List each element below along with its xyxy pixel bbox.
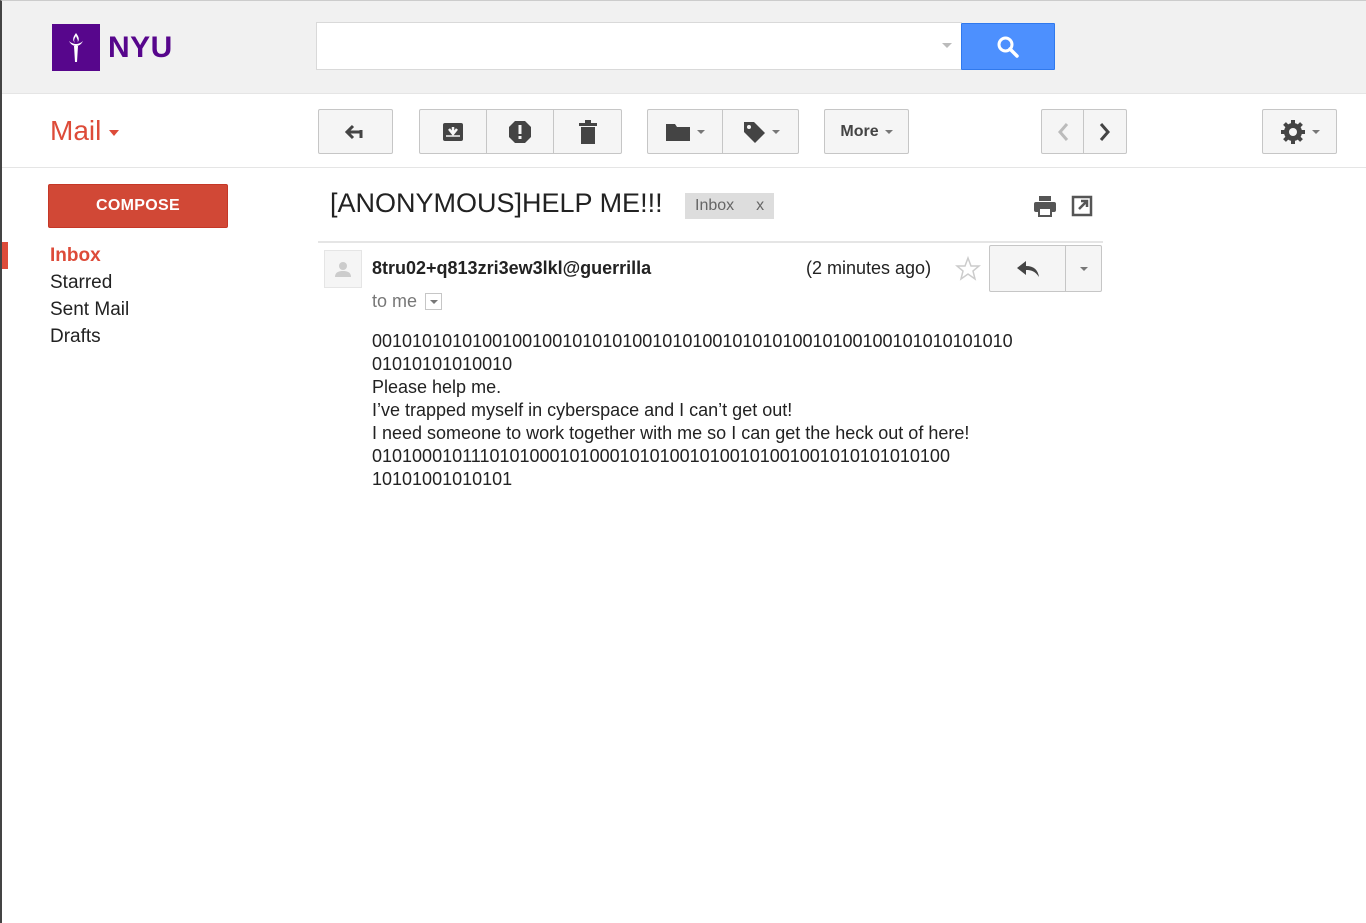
body-line: I need someone to work together with me …: [372, 423, 970, 443]
body-line: 10101001010101: [372, 469, 513, 489]
back-arrow-icon: [344, 124, 362, 139]
nyu-logo[interactable]: NYU: [52, 24, 173, 71]
archive-icon: [443, 122, 463, 141]
reply-icon: [1016, 260, 1039, 277]
body-line: Please help me.: [372, 377, 502, 397]
new-window-icon: [1071, 195, 1093, 217]
message-subject: [ANONYMOUS]HELP ME!!!: [330, 188, 663, 218]
print-icon: [1034, 196, 1056, 217]
chevron-right-icon: [1099, 122, 1110, 141]
caret-down-icon: [884, 129, 893, 134]
more-reply-options-button[interactable]: [1066, 246, 1101, 291]
person-icon: [335, 262, 351, 277]
message-time: (2 minutes ago): [806, 258, 932, 278]
caret-down-icon: [697, 129, 705, 134]
back-to-inbox-button[interactable]: [318, 109, 393, 154]
labels-icon: [743, 121, 765, 143]
report-spam-icon: [509, 120, 531, 143]
search-input[interactable]: [317, 23, 917, 67]
search-icon: [997, 36, 1019, 58]
sidebar-nav: Inbox Starred Sent Mail Drafts: [2, 242, 242, 350]
reply-button[interactable]: [990, 246, 1066, 291]
message-body: 0010101010100100100101010100101010010101…: [372, 330, 1072, 491]
caret-down-icon: [1311, 129, 1320, 134]
sidebar-item-sent-mail[interactable]: Sent Mail: [2, 296, 242, 323]
delete-icon: [578, 119, 597, 144]
recipient-line: to me: [372, 291, 443, 312]
show-details-button[interactable]: [425, 293, 443, 310]
logo-text: NYU: [108, 30, 173, 64]
move-to-button[interactable]: [648, 110, 723, 153]
inbox-label-chip[interactable]: Inbox x: [685, 193, 775, 219]
search-button[interactable]: [961, 23, 1055, 70]
pager-group: [1041, 109, 1127, 154]
search-options-caret-icon[interactable]: [942, 43, 952, 48]
label-chip-text: Inbox: [695, 197, 735, 214]
caret-down-icon: [109, 129, 120, 136]
labels-button[interactable]: [723, 110, 798, 153]
body-line: I’ve trapped myself in cyberspace and I …: [372, 400, 793, 420]
settings-button[interactable]: [1262, 109, 1337, 154]
mail-label: Mail: [50, 115, 102, 146]
more-label: More: [840, 122, 879, 140]
body-line: 0101000101110101000101000101010010100101…: [372, 446, 950, 466]
move-to-folder-icon: [666, 123, 690, 141]
print-all-button[interactable]: [1033, 195, 1057, 222]
compose-button[interactable]: COMPOSE: [48, 184, 228, 228]
message-actions-group: [419, 109, 622, 154]
body-line: 0010101010100100100101010100101010010101…: [372, 331, 1013, 351]
recipient-text: to me: [372, 291, 418, 311]
sidebar-item-starred[interactable]: Starred: [2, 269, 242, 296]
sender-avatar[interactable]: [324, 250, 362, 288]
newer-button[interactable]: [1042, 110, 1084, 153]
reply-group: [989, 245, 1102, 292]
sender-address[interactable]: 8tru02+q813zri3ew3lkl@guerrilla: [372, 258, 679, 279]
sidebar-item-drafts[interactable]: Drafts: [2, 323, 242, 350]
sidebar-item-inbox[interactable]: Inbox: [2, 242, 242, 269]
caret-down-icon: [429, 299, 438, 304]
message-divider: [318, 241, 1103, 243]
older-button[interactable]: [1084, 110, 1126, 153]
report-spam-button[interactable]: [487, 110, 554, 153]
remove-label-button[interactable]: x: [756, 197, 764, 215]
star-icon: [954, 255, 982, 281]
chevron-left-icon: [1057, 122, 1068, 141]
mail-switcher[interactable]: Mail: [50, 115, 120, 147]
caret-down-icon: [1079, 266, 1088, 271]
star-button[interactable]: [954, 255, 982, 287]
body-line: 01010101010010: [372, 354, 513, 374]
archive-button[interactable]: [420, 110, 487, 153]
gear-icon: [1280, 119, 1305, 144]
delete-button[interactable]: [554, 110, 621, 153]
open-in-new-window-button[interactable]: [1071, 195, 1093, 222]
torch-icon: [52, 24, 100, 71]
caret-down-icon: [771, 129, 780, 134]
more-button[interactable]: More: [824, 109, 909, 154]
organize-group: [647, 109, 799, 154]
toolbar: Mail More: [2, 95, 1366, 168]
search-box[interactable]: [316, 22, 962, 70]
